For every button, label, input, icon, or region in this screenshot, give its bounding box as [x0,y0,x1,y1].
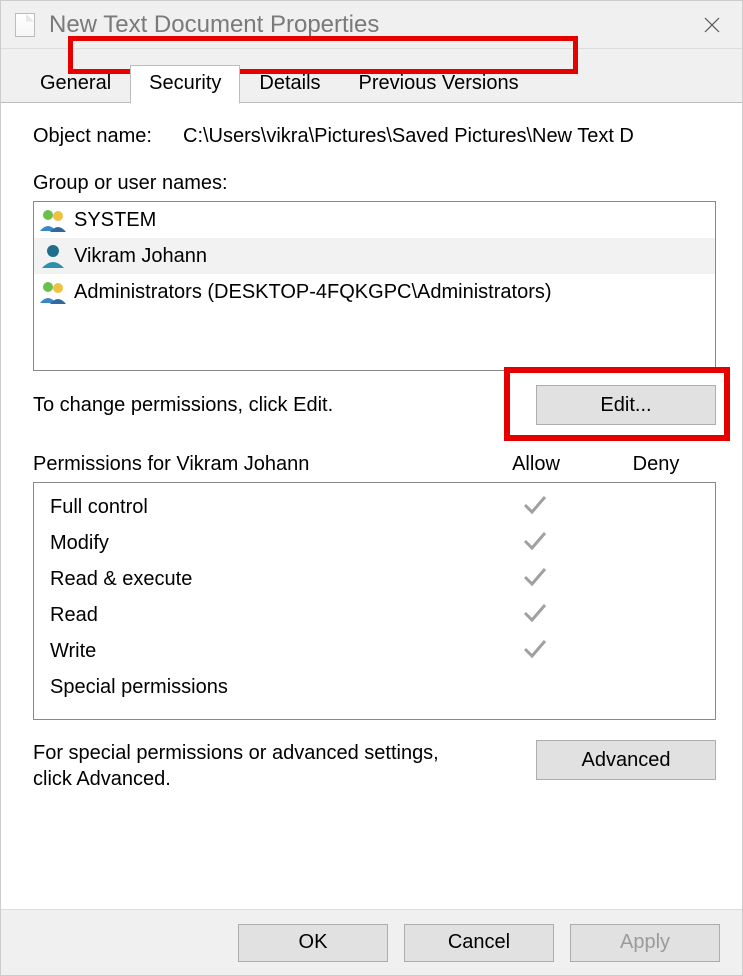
permission-name: Read [34,604,475,627]
check-icon [522,636,548,660]
tab-general[interactable]: General [21,65,130,103]
tab-details[interactable]: Details [240,65,339,103]
group-user-names-label: Group or user names: [33,172,716,195]
user-icon [38,243,68,269]
properties-dialog: New Text Document Properties General Sec… [0,0,743,976]
object-name-value: C:\Users\vikra\Pictures\Saved Pictures\N… [183,125,716,148]
tab-security[interactable]: Security [130,65,240,104]
permission-row: Full control [34,489,715,525]
group-icon [38,207,68,233]
permission-row: Read [34,597,715,633]
allow-check [475,600,595,630]
window-title: New Text Document Properties [49,11,690,39]
advanced-button[interactable]: Advanced [536,740,716,780]
user-item-label: Administrators (DESKTOP-4FQKGPC\Administ… [74,281,552,304]
permission-row: Read & execute [34,561,715,597]
permission-name: Full control [34,496,475,519]
user-item-system[interactable]: SYSTEM [34,202,715,238]
apply-button[interactable]: Apply [570,924,720,962]
check-icon [522,492,548,516]
edit-hint-text: To change permissions, click Edit. [33,394,333,417]
cancel-button[interactable]: Cancel [404,924,554,962]
allow-check [475,492,595,522]
permission-row: Modify [34,525,715,561]
edit-button[interactable]: Edit... [536,385,716,425]
check-icon [522,600,548,624]
allow-column-header: Allow [476,453,596,476]
permission-name: Read & execute [34,568,475,591]
permission-row: Special permissions [34,669,715,705]
tabstrip: General Security Details Previous Versio… [1,49,742,103]
advanced-hint-text: For special permissions or advanced sett… [33,740,463,792]
permission-name: Special permissions [34,676,475,699]
titlebar: New Text Document Properties [1,1,742,49]
close-button[interactable] [690,9,734,41]
check-icon [522,564,548,588]
user-item-vikram[interactable]: Vikram Johann [34,238,715,274]
user-list[interactable]: SYSTEM Vikram Johann Administrators (DES… [33,201,716,371]
permissions-header: Permissions for Vikram Johann Allow Deny [33,453,716,476]
allow-check [475,528,595,558]
tab-previous-versions[interactable]: Previous Versions [340,65,538,103]
group-icon [38,279,68,305]
user-item-label: SYSTEM [74,209,156,232]
permission-row: Write [34,633,715,669]
document-icon [15,13,35,37]
allow-check [475,636,595,666]
close-icon [703,16,721,34]
content-area: General Security Details Previous Versio… [1,49,742,909]
user-item-label: Vikram Johann [74,245,207,268]
permissions-for-label: Permissions for Vikram Johann [33,453,476,476]
dialog-footer: OK Cancel Apply [1,909,742,975]
object-name-row: Object name: C:\Users\vikra\Pictures\Sav… [33,125,716,148]
object-name-label: Object name: [33,125,183,148]
ok-button[interactable]: OK [238,924,388,962]
user-item-admins[interactable]: Administrators (DESKTOP-4FQKGPC\Administ… [34,274,715,310]
tabpage-security: Object name: C:\Users\vikra\Pictures\Sav… [1,103,742,909]
permission-name: Modify [34,532,475,555]
deny-column-header: Deny [596,453,716,476]
check-icon [522,528,548,552]
allow-check [475,564,595,594]
advanced-row: For special permissions or advanced sett… [33,740,716,792]
permissions-list: Full control Modify Read & execute Read [33,482,716,720]
edit-row: To change permissions, click Edit. Edit.… [33,385,716,425]
permission-name: Write [34,640,475,663]
